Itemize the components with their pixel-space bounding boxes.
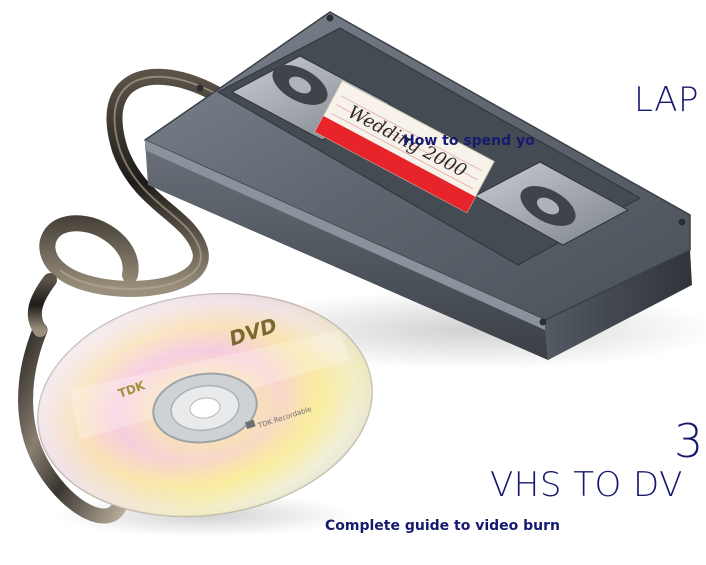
screw-icon bbox=[196, 84, 204, 92]
teaser-1-headline: LAP bbox=[634, 80, 699, 120]
page-canvas: DVD TDK TDK Recordable Wedding 2000 LAP … bbox=[0, 0, 706, 565]
screw-icon bbox=[678, 218, 686, 226]
teaser-2-headline: VHS TO DV bbox=[490, 465, 683, 505]
teaser-1-subline: How to spend yo bbox=[403, 133, 535, 149]
screw-icon bbox=[539, 318, 547, 326]
teaser-2-number: 3 bbox=[674, 414, 704, 468]
screw-icon bbox=[326, 14, 334, 22]
teaser-2-subline: Complete guide to video burn bbox=[325, 518, 561, 534]
